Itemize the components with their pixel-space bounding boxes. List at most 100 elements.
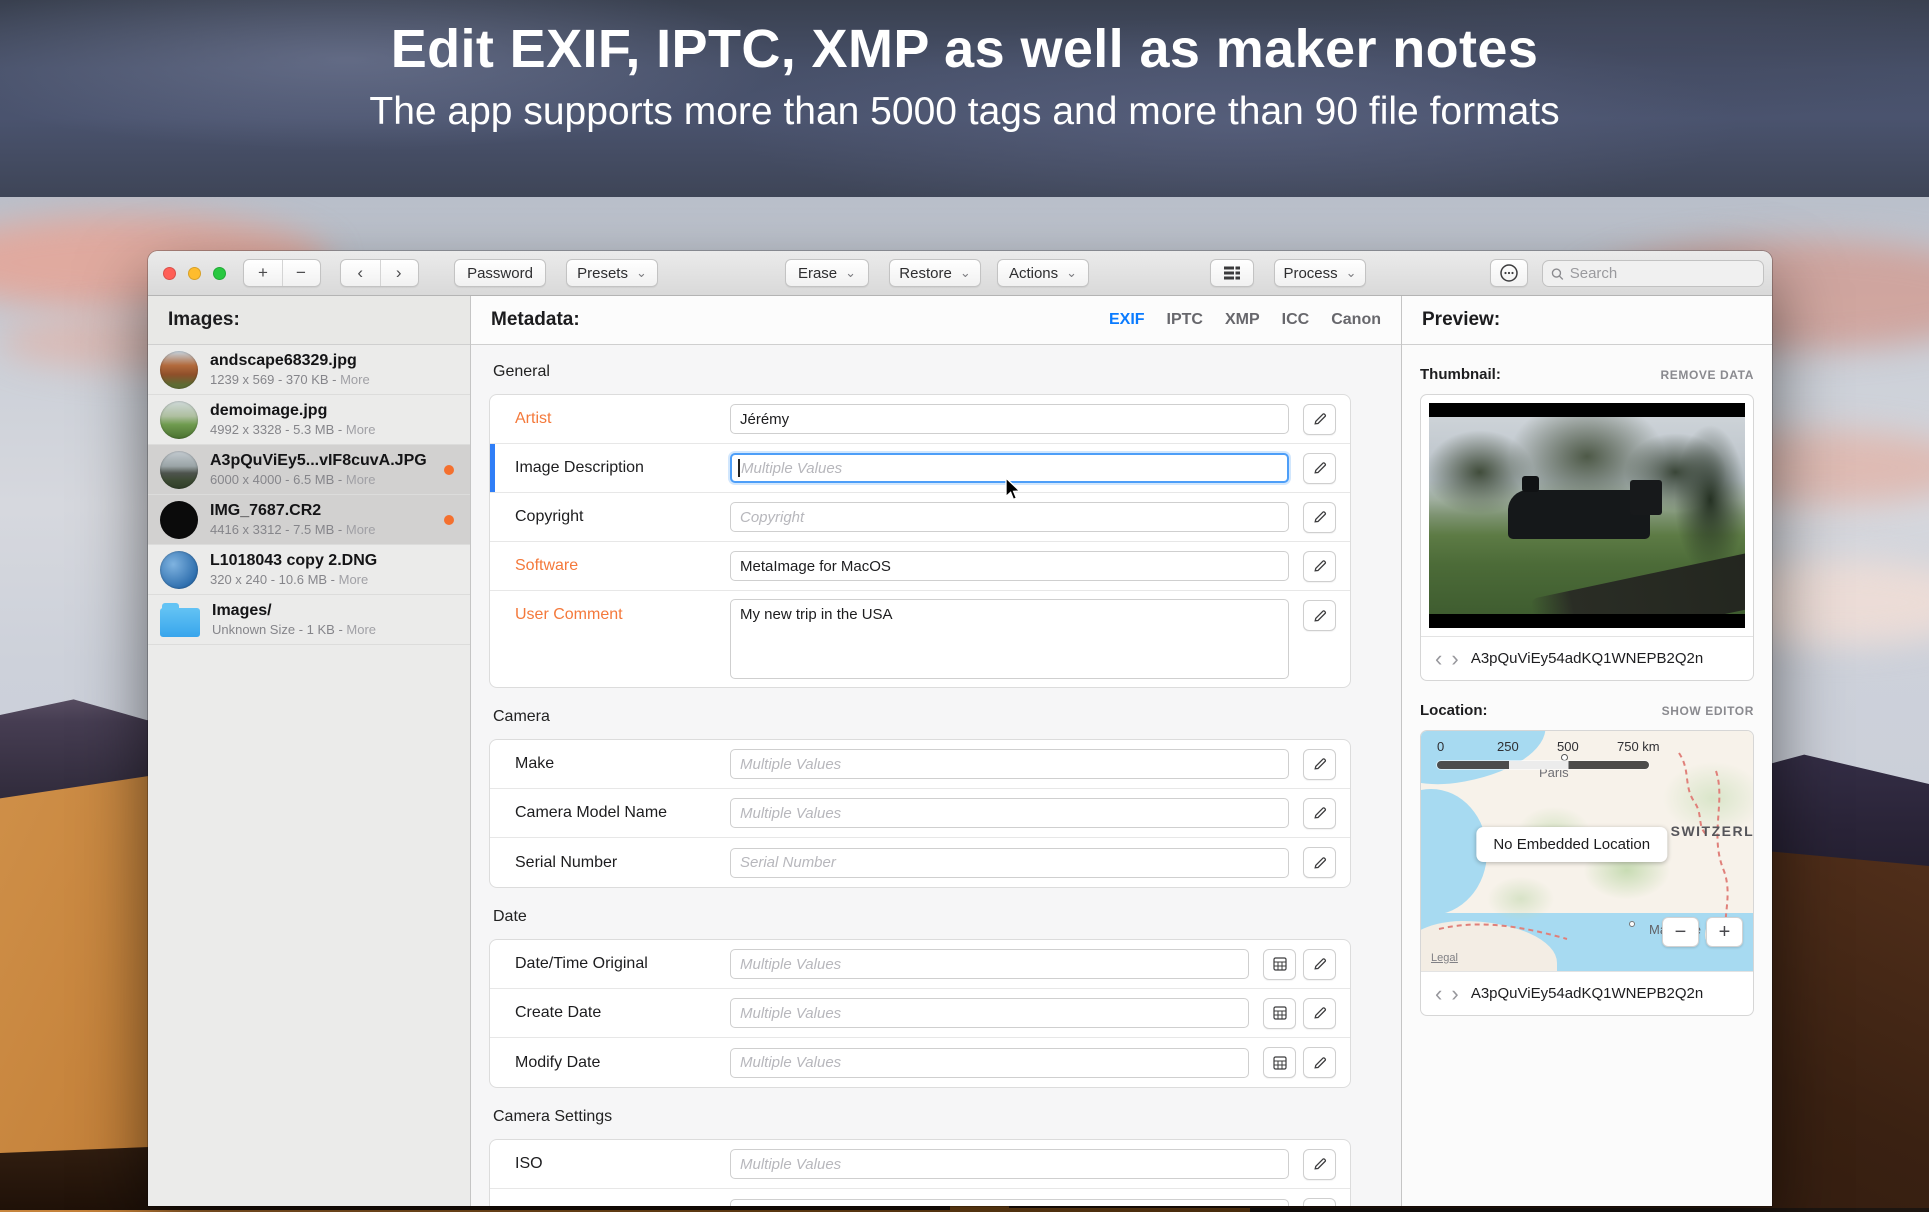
previous-image-button[interactable]: ‹ bbox=[1435, 984, 1442, 1004]
edit-pencil-button[interactable] bbox=[1303, 453, 1336, 484]
add-image-button[interactable]: + bbox=[244, 260, 282, 286]
tab-exif[interactable]: EXIF bbox=[1109, 311, 1145, 329]
metadata-body: General Artist Image Description bbox=[471, 345, 1401, 1206]
actions-dropdown[interactable]: Actions ⌄ bbox=[997, 259, 1089, 287]
list-item[interactable]: L1018043 copy 2.DNG 320 x 240 - 10.6 MB … bbox=[148, 545, 470, 595]
field-label: Image Description bbox=[515, 459, 730, 477]
field-row-camera-model: Camera Model Name bbox=[490, 789, 1350, 838]
field-label: Copyright bbox=[515, 508, 730, 526]
tab-iptc[interactable]: IPTC bbox=[1167, 311, 1203, 329]
more-options-button[interactable] bbox=[1490, 259, 1528, 287]
field-row-partial bbox=[490, 1189, 1350, 1206]
edit-pencil-button[interactable] bbox=[1303, 749, 1336, 780]
software-input[interactable] bbox=[730, 551, 1289, 581]
preview-title: Preview: bbox=[1422, 309, 1500, 331]
next-image-button[interactable]: › bbox=[1451, 649, 1458, 669]
camera-model-input[interactable] bbox=[730, 798, 1289, 828]
file-meta: Unknown Size - 1 KB - bbox=[212, 622, 346, 637]
erase-dropdown[interactable]: Erase ⌄ bbox=[785, 259, 869, 287]
view-options-button[interactable] bbox=[1210, 259, 1254, 287]
edit-pencil-button[interactable] bbox=[1303, 847, 1336, 878]
map-legal-link[interactable]: Legal bbox=[1431, 952, 1458, 964]
show-editor-link[interactable]: SHOW EDITOR bbox=[1662, 704, 1754, 718]
edit-pencil-button[interactable] bbox=[1303, 998, 1336, 1029]
restore-dropdown[interactable]: Restore ⌄ bbox=[889, 259, 981, 287]
preview-panel: Preview: Thumbnail: REMOVE DATA bbox=[1402, 296, 1772, 1206]
edit-pencil-button[interactable] bbox=[1303, 1047, 1336, 1078]
edit-pencil-button[interactable] bbox=[1303, 404, 1336, 435]
more-link[interactable]: More bbox=[346, 622, 376, 637]
previous-image-button[interactable]: ‹ bbox=[1435, 649, 1442, 669]
file-name: demoimage.jpg bbox=[210, 402, 375, 420]
password-button[interactable]: Password bbox=[454, 259, 546, 287]
divider bbox=[380, 260, 381, 286]
pencil-icon bbox=[1312, 1055, 1328, 1071]
scale-tick: 750 km bbox=[1617, 739, 1660, 754]
list-item-selected[interactable]: A3pQuViEy5...vIF8cuvA.JPG 6000 x 4000 - … bbox=[148, 445, 470, 495]
remove-data-link[interactable]: REMOVE DATA bbox=[1661, 368, 1755, 382]
images-sidebar: Images: andscape68329.jpg 1239 x 569 - 3… bbox=[148, 296, 471, 1206]
more-link[interactable]: More bbox=[339, 572, 369, 587]
image-thumbnail bbox=[160, 501, 198, 539]
edit-pencil-button[interactable] bbox=[1303, 798, 1336, 829]
user-comment-textarea[interactable]: My new trip in the USA bbox=[730, 599, 1289, 679]
presets-dropdown[interactable]: Presets ⌄ bbox=[566, 259, 658, 287]
close-button[interactable] bbox=[163, 267, 176, 280]
edit-pencil-button[interactable] bbox=[1303, 1149, 1336, 1180]
copyright-input[interactable] bbox=[730, 502, 1289, 532]
artist-input[interactable] bbox=[730, 404, 1289, 434]
process-dropdown[interactable]: Process ⌄ bbox=[1274, 259, 1366, 287]
list-item[interactable]: demoimage.jpg 4992 x 3328 - 5.3 MB - Mor… bbox=[148, 395, 470, 445]
sidebar-header: Images: bbox=[148, 296, 470, 345]
map-zoom-in-button[interactable]: + bbox=[1706, 917, 1743, 947]
minimize-button[interactable] bbox=[188, 267, 201, 280]
image-thumbnail bbox=[160, 451, 198, 489]
next-image-button[interactable]: › bbox=[1451, 984, 1458, 1004]
list-item[interactable]: Images/ Unknown Size - 1 KB - More bbox=[148, 595, 470, 645]
restore-label: Restore bbox=[899, 265, 952, 282]
preview-header: Preview: bbox=[1402, 296, 1772, 345]
calendar-button[interactable] bbox=[1263, 949, 1296, 980]
iso-input[interactable] bbox=[730, 1149, 1289, 1179]
make-input[interactable] bbox=[730, 749, 1289, 779]
field-label: Software bbox=[515, 557, 730, 575]
remove-image-button[interactable]: − bbox=[282, 260, 320, 286]
zoom-button[interactable] bbox=[213, 267, 226, 280]
more-link[interactable]: More bbox=[346, 522, 376, 537]
forward-button[interactable]: › bbox=[380, 260, 419, 286]
more-link[interactable]: More bbox=[340, 372, 370, 387]
edit-pencil-button[interactable] bbox=[1303, 1198, 1336, 1206]
calendar-button[interactable] bbox=[1263, 1047, 1296, 1078]
list-item[interactable]: andscape68329.jpg 1239 x 569 - 370 KB - … bbox=[148, 345, 470, 395]
search-icon bbox=[1551, 267, 1564, 281]
calendar-button[interactable] bbox=[1263, 998, 1296, 1029]
edit-pencil-button[interactable] bbox=[1303, 551, 1336, 582]
mouse-cursor bbox=[1001, 477, 1025, 503]
map-zoom-out-button[interactable]: − bbox=[1662, 917, 1699, 947]
list-item-selected[interactable]: IMG_7687.CR2 4416 x 3312 - 7.5 MB - More bbox=[148, 495, 470, 545]
pencil-icon bbox=[1312, 756, 1328, 772]
edit-pencil-button[interactable] bbox=[1303, 949, 1336, 980]
back-button[interactable]: ‹ bbox=[341, 260, 380, 286]
partial-input[interactable] bbox=[730, 1199, 1289, 1207]
edit-pencil-button[interactable] bbox=[1303, 502, 1336, 533]
edit-pencil-button[interactable] bbox=[1303, 600, 1336, 631]
search-field[interactable] bbox=[1542, 260, 1764, 287]
create-date-input[interactable] bbox=[730, 998, 1249, 1028]
tab-icc[interactable]: ICC bbox=[1282, 311, 1310, 329]
tab-canon[interactable]: Canon bbox=[1331, 311, 1381, 329]
section-card-camera-settings: ISO bbox=[489, 1139, 1351, 1206]
chevron-down-icon: ⌄ bbox=[636, 268, 647, 278]
section-card-camera: Make Camera Model Name S bbox=[489, 739, 1351, 888]
field-label: Date/Time Original bbox=[515, 955, 730, 973]
datetime-original-input[interactable] bbox=[730, 949, 1249, 979]
switzerland-label: SWITZERLAND bbox=[1671, 823, 1753, 839]
metadata-tabs: EXIF IPTC XMP ICC Canon bbox=[1109, 311, 1381, 329]
more-link[interactable]: More bbox=[346, 422, 376, 437]
search-input[interactable] bbox=[1570, 265, 1755, 282]
tab-xmp[interactable]: XMP bbox=[1225, 311, 1260, 329]
modify-date-input[interactable] bbox=[730, 1048, 1249, 1078]
more-link[interactable]: More bbox=[346, 472, 376, 487]
location-map[interactable]: 0 250 500 750 km Paris No Embedded Locat… bbox=[1421, 731, 1753, 971]
serial-number-input[interactable] bbox=[730, 848, 1289, 878]
